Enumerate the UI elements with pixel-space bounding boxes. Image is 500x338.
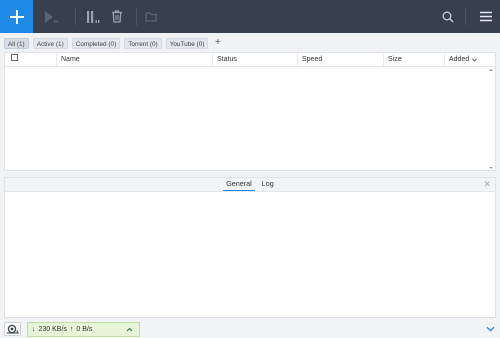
delete-button[interactable]: [104, 0, 130, 33]
search-button[interactable]: [437, 0, 459, 33]
column-added[interactable]: Added: [445, 53, 495, 67]
scroll-down-icon: [489, 167, 493, 169]
tab-log[interactable]: Log: [259, 178, 277, 191]
chevron-up-icon: [126, 327, 133, 332]
add-filter-button[interactable]: +: [212, 37, 223, 49]
snail-icon: [6, 324, 19, 334]
column-status[interactable]: Status: [213, 52, 298, 67]
menu-button[interactable]: [472, 0, 500, 33]
add-icon: [9, 9, 24, 24]
play-icon: [45, 10, 58, 23]
toolbar: [0, 0, 500, 33]
upload-arrow-icon: ↑: [69, 326, 74, 333]
downloads-table: Name Status Speed Size Added: [4, 52, 496, 171]
add-download-button[interactable]: [0, 0, 33, 33]
pause-button[interactable]: [82, 0, 104, 33]
speed-limit-button[interactable]: [4, 322, 21, 336]
tab-general[interactable]: General: [223, 178, 255, 191]
filter-tab-all[interactable]: All (1): [4, 37, 29, 49]
menu-icon: [480, 11, 492, 22]
column-name[interactable]: Name: [57, 52, 213, 67]
details-tabs: General Log ✕: [5, 178, 495, 192]
filter-tabs: All (1) Active (1) Completed (0) Torrent…: [4, 37, 223, 49]
speed-indicator[interactable]: ↓ 230 KB/s ↑ 0 B/s: [27, 322, 140, 337]
toolbar-separator: [465, 8, 466, 25]
scroll-up-icon: [489, 69, 493, 71]
toolbar-separator: [75, 8, 76, 25]
filter-tab-youtube[interactable]: YouTube (0): [165, 37, 209, 49]
upload-speed: 0 B/s: [76, 326, 93, 333]
close-icon: ✕: [483, 179, 491, 189]
column-speed[interactable]: Speed: [298, 52, 384, 67]
download-arrow-icon: ↓: [32, 326, 36, 333]
column-size[interactable]: Size: [384, 52, 445, 67]
filter-tab-active[interactable]: Active (1): [32, 37, 68, 49]
column-added-label: Added: [449, 55, 470, 63]
table-scrollbar[interactable]: [487, 67, 495, 171]
close-pane-button[interactable]: ✕: [483, 180, 491, 189]
select-all-checkbox[interactable]: [11, 54, 18, 62]
expand-status-button[interactable]: [486, 325, 495, 334]
details-pane: General Log ✕: [4, 177, 496, 318]
toolbar-separator: [136, 8, 137, 25]
filter-tab-completed[interactable]: Completed (0): [71, 37, 121, 49]
status-bar: ↓ 230 KB/s ↑ 0 B/s: [0, 320, 500, 338]
folder-icon: [145, 12, 157, 22]
start-button[interactable]: [33, 0, 69, 33]
search-icon: [442, 11, 454, 22]
sort-desc-icon: [472, 57, 478, 62]
chevron-down-icon: [486, 326, 495, 332]
download-speed: 230 KB/s: [38, 326, 67, 333]
select-all-column: [5, 52, 57, 67]
trash-icon: [112, 10, 122, 23]
open-folder-button[interactable]: [143, 0, 159, 33]
table-header: Name Status Speed Size Added: [5, 52, 495, 67]
filter-tab-torrent[interactable]: Torrent (0): [124, 37, 162, 49]
pause-icon: [87, 10, 100, 23]
